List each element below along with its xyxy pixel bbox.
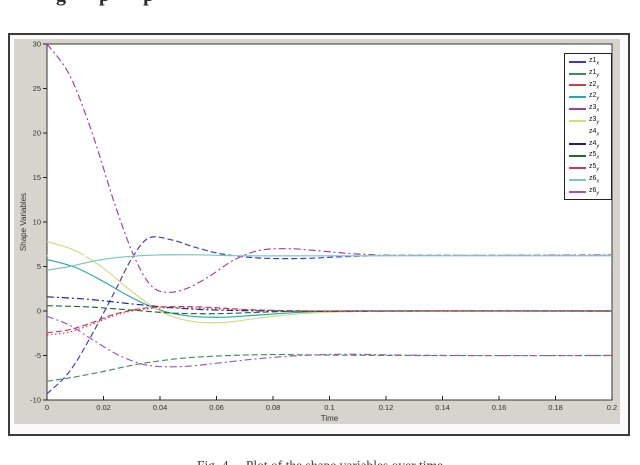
legend-item-z3y: z3y: [565, 115, 611, 127]
legend-swatch-z6y: [569, 190, 586, 193]
legend-swatch-z4y: [569, 143, 586, 146]
legend-label-z3x: z3x: [589, 104, 600, 114]
figure-caption: Fig. 4. Plot of the shape variables over …: [0, 458, 640, 465]
y-tick-label: -5: [34, 351, 41, 360]
y-tick-label: 0: [37, 307, 41, 316]
y-tick-label: 10: [33, 218, 41, 227]
legend-swatch-z1y: [569, 72, 586, 75]
legend: z1x z1y z2x z2y z3x z3y z4x z4y z5x z5y z6x z6y: [564, 53, 612, 200]
plot-area: 30 25 20 15 10 5 0 -5 -10 0 0.02 0.04 0.06 0.08 0.1 0.1…: [14, 39, 620, 424]
legend-item-z1x: z1x: [565, 56, 611, 68]
legend-item-z2y: z2y: [565, 91, 611, 103]
legend-label-z5x: z5x: [589, 151, 600, 161]
legend-item-z4x: z4x: [565, 127, 611, 139]
y-tick-label: 30: [33, 40, 41, 49]
x-tick-label: 0.06: [209, 403, 224, 412]
y-tick-label: -10: [30, 396, 41, 405]
x-tick-label: 0.14: [435, 403, 450, 412]
y-tick-label: 20: [33, 129, 41, 138]
legend-swatch-z6x: [569, 178, 586, 181]
x-tick-label: 0.04: [153, 403, 168, 412]
clipped-text-above-figure: g p p: [56, 0, 316, 9]
x-tick-label: 0.12: [379, 403, 394, 412]
legend-item-z3x: z3x: [565, 103, 611, 115]
x-axis-label: Time: [321, 414, 339, 423]
y-tick-label: 5: [37, 262, 41, 271]
legend-item-z5y: z5y: [565, 162, 611, 174]
legend-swatch-z3x: [569, 108, 586, 111]
axes-box: [46, 43, 613, 401]
legend-item-z6x: z6x: [565, 174, 611, 186]
legend-item-z6y: z6y: [565, 186, 611, 198]
legend-swatch-z4x: [569, 131, 586, 134]
legend-swatch-z2x: [569, 84, 586, 87]
x-tick-label: 0.02: [96, 403, 111, 412]
legend-label-z3y: z3y: [589, 115, 600, 126]
legend-label-z1x: z1x: [589, 56, 600, 67]
legend-swatch-z1x: [569, 60, 586, 63]
x-tick-label: 0.08: [266, 403, 281, 412]
legend-label-z1y: z1y: [589, 68, 600, 79]
page: g p p 30 25 20 15 10 5 0 -5 -10 0 0.02 0.04 0.06 0.08…: [0, 0, 640, 465]
legend-swatch-z2y: [569, 96, 586, 99]
x-tick-label: 0.18: [548, 403, 563, 412]
legend-item-z5x: z5x: [565, 150, 611, 162]
x-tick-label: 0.1: [324, 403, 334, 412]
legend-item-z4y: z4y: [565, 139, 611, 151]
legend-label-z2x: z2x: [589, 80, 600, 90]
legend-swatch-z5y: [569, 167, 586, 170]
x-tick-label: 0: [45, 403, 49, 412]
legend-label-z4x: z4x: [589, 127, 600, 138]
chart-panel: 30 25 20 15 10 5 0 -5 -10 0 0.02 0.04 0.06 0.08 0.1 0.1…: [14, 39, 620, 424]
legend-label-z2y: z2y: [589, 92, 600, 102]
caption-prefix: Fig. 4.: [197, 458, 232, 465]
legend-label-z6x: z6x: [589, 174, 600, 185]
legend-item-z1y: z1y: [565, 68, 611, 80]
legend-swatch-z5x: [569, 155, 586, 158]
legend-item-z2x: z2x: [565, 80, 611, 92]
y-tick-label: 25: [33, 84, 41, 93]
figure-caption-clipped: Fig. 4. Plot of the shape variables over …: [0, 449, 640, 465]
x-tick-label: 0.2: [607, 403, 617, 412]
legend-swatch-z3y: [569, 119, 586, 122]
caption-text: Plot of the shape variables over time: [246, 458, 443, 465]
legend-label-z4y: z4y: [589, 139, 600, 149]
legend-label-z5y: z5y: [589, 163, 600, 173]
y-axis-label: Shape Variables: [19, 193, 28, 251]
clipped-text-fragment: g p p: [56, 0, 316, 7]
legend-label-z6y: z6y: [589, 186, 600, 197]
figure-frame: 30 25 20 15 10 5 0 -5 -10 0 0.02 0.04 0.06 0.08 0.1 0.1…: [8, 33, 630, 436]
x-tick-label: 0.16: [492, 403, 507, 412]
y-tick-label: 15: [33, 173, 41, 182]
